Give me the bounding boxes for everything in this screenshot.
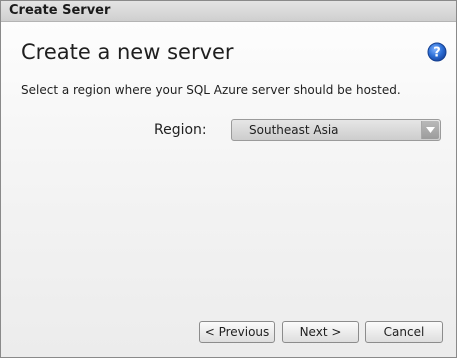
- page-heading: Create a new server: [21, 40, 234, 64]
- region-label: Region:: [154, 122, 207, 138]
- instruction-text: Select a region where your SQL Azure ser…: [21, 83, 401, 97]
- dialog-content: Create a new server ? Select a region wh…: [1, 22, 456, 357]
- cancel-button[interactable]: Cancel: [365, 321, 443, 343]
- title-bar: Create Server: [1, 1, 456, 22]
- region-select-value: Southeast Asia: [249, 123, 339, 137]
- previous-button[interactable]: < Previous: [199, 321, 275, 343]
- dropdown-arrow-icon[interactable]: [421, 121, 439, 139]
- window-title: Create Server: [9, 3, 111, 18]
- create-server-dialog: Create Server Create a new server ? Sele…: [0, 0, 457, 358]
- next-button[interactable]: Next >: [282, 321, 359, 343]
- help-icon[interactable]: ?: [427, 42, 447, 62]
- region-select[interactable]: Southeast Asia: [231, 119, 441, 141]
- svg-text:?: ?: [433, 46, 441, 61]
